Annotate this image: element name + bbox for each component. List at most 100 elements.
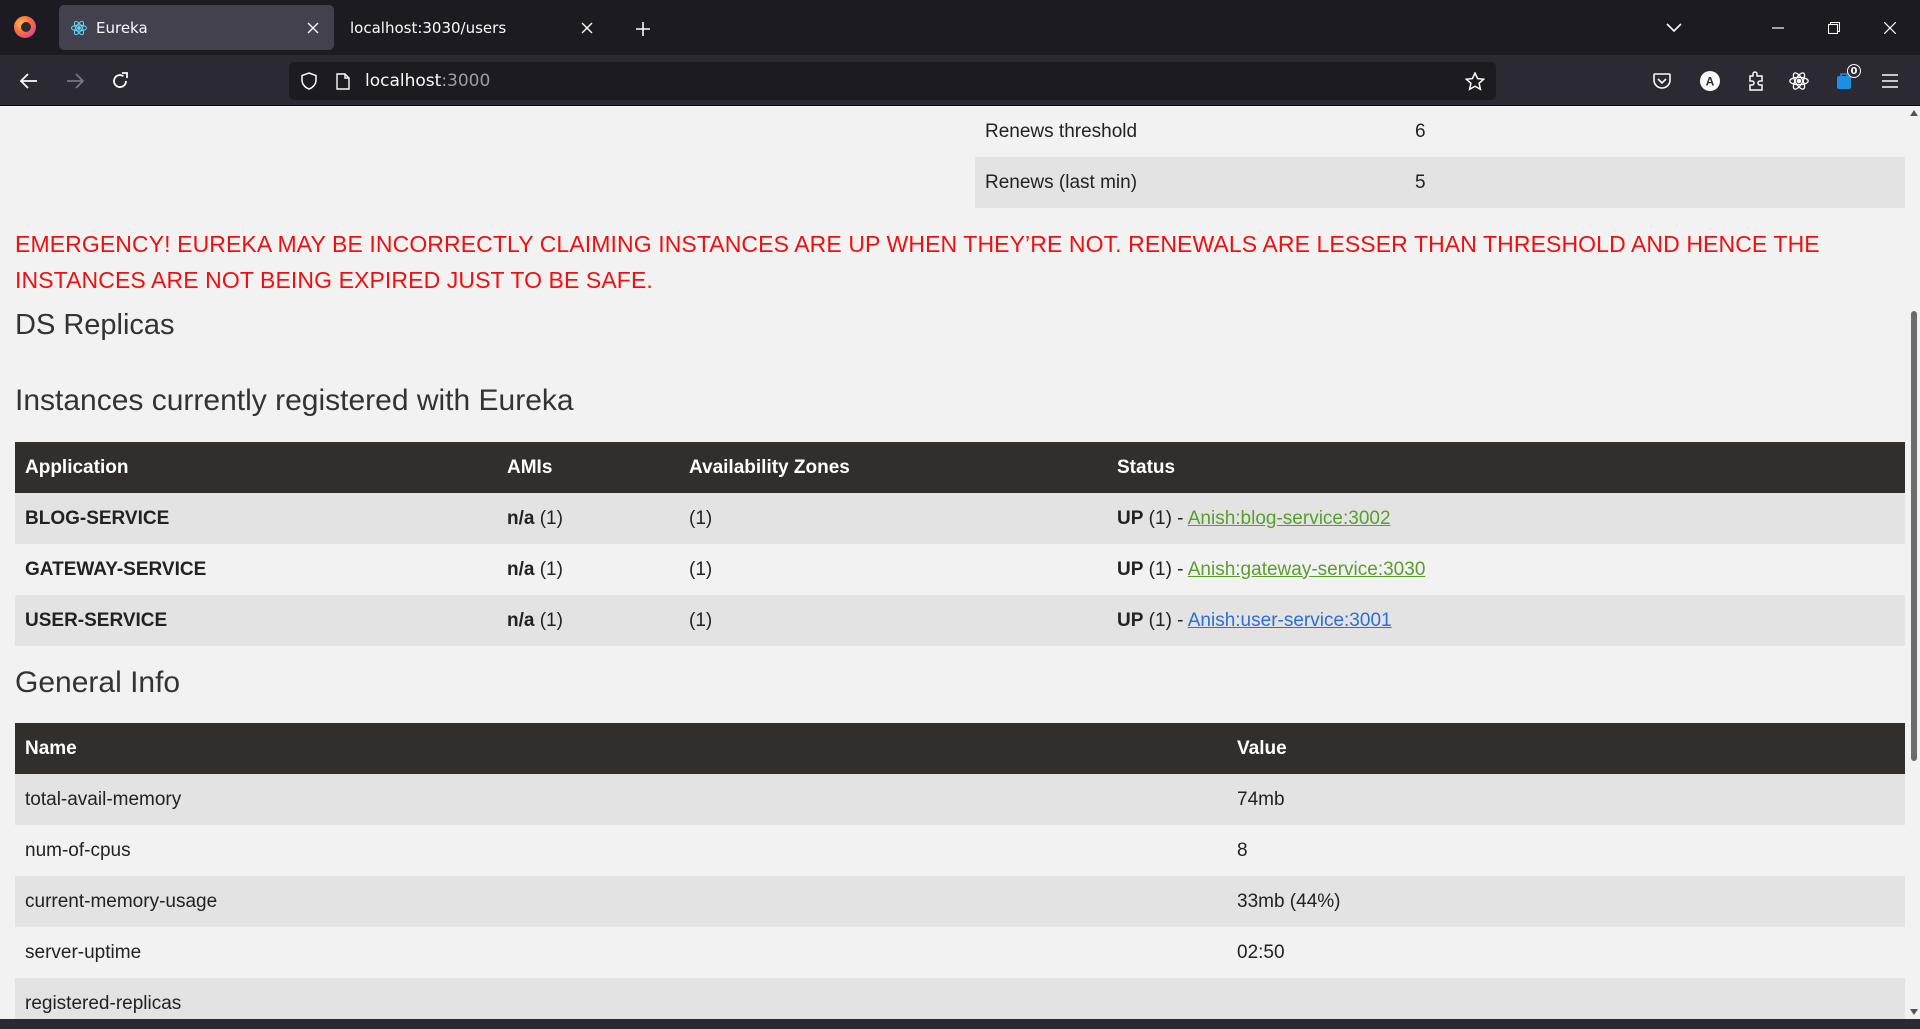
react-icon	[70, 19, 88, 37]
page-icon[interactable]	[333, 71, 353, 91]
forward-icon[interactable]	[60, 66, 90, 96]
info-value: 74mb	[1227, 774, 1905, 825]
ami-value: n/a	[507, 558, 535, 580]
application-name: USER-SERVICE	[15, 595, 497, 646]
vertical-scrollbar[interactable]	[1908, 106, 1920, 1019]
instances-table: Application AMIs Availability Zones Stat…	[15, 442, 1905, 646]
new-tab-icon[interactable]	[630, 16, 656, 42]
ds-replicas-heading: DS Replicas	[15, 309, 175, 341]
info-name: server-uptime	[15, 927, 1227, 978]
table-row: num-of-cpus 8	[15, 825, 1905, 876]
info-name: total-avail-memory	[15, 774, 1227, 825]
status-cell: UP (1) - Anish:user-service:3001	[1107, 595, 1905, 646]
table-row: server-uptime 02:50	[15, 927, 1905, 978]
restore-icon[interactable]	[1820, 14, 1848, 42]
column-header-amis: AMIs	[497, 442, 679, 493]
instances-heading: Instances currently registered with Eure…	[15, 384, 574, 417]
instance-link[interactable]: Anish:blog-service:3002	[1188, 508, 1391, 529]
ami-count: (1)	[534, 609, 563, 631]
status-count: (1) -	[1143, 558, 1188, 580]
scroll-up-icon[interactable]	[1909, 108, 1919, 118]
table-row: current-memory-usage 33mb (44%)	[15, 876, 1905, 927]
stat-value: 5	[1405, 157, 1905, 208]
status-value: UP	[1117, 558, 1144, 580]
stat-name: Renews threshold	[975, 106, 1405, 157]
column-header-status: Status	[1107, 442, 1905, 493]
close-icon[interactable]	[576, 17, 598, 39]
shield-icon[interactable]	[299, 71, 319, 91]
table-header-row: Name Value	[15, 723, 1905, 774]
account-avatar[interactable]: A	[1696, 67, 1724, 95]
account-initial: A	[1706, 75, 1715, 89]
url-text[interactable]: localhost:3000	[365, 71, 490, 91]
ami-cell: n/a (1)	[497, 493, 679, 544]
status-count: (1) -	[1143, 507, 1188, 529]
column-header-zones: Availability Zones	[679, 442, 1107, 493]
general-info-heading: General Info	[15, 666, 181, 699]
reload-icon[interactable]	[105, 66, 135, 96]
close-window-icon[interactable]	[1876, 14, 1904, 42]
scroll-down-icon[interactable]	[1909, 1007, 1919, 1017]
status-strip	[0, 1019, 1920, 1029]
firefox-icon[interactable]	[14, 16, 36, 38]
extension-badge-count: 0	[1847, 64, 1861, 78]
extension-badge-icon[interactable]: 0	[1830, 64, 1861, 95]
tab-users[interactable]: localhost:3030/users	[338, 5, 608, 50]
zones-cell: (1)	[679, 493, 1107, 544]
url-port: :3000	[441, 71, 491, 91]
tab-eureka[interactable]: Eureka	[59, 5, 334, 50]
react-devtools-icon[interactable]	[1785, 67, 1813, 95]
table-row: GATEWAY-SERVICE n/a (1) (1) UP (1) - Ani…	[15, 544, 1905, 595]
table-row: total-avail-memory 74mb	[15, 774, 1905, 825]
status-value: UP	[1117, 507, 1144, 529]
table-row: BLOG-SERVICE n/a (1) (1) UP (1) - Anish:…	[15, 493, 1905, 544]
status-value: UP	[1117, 609, 1144, 631]
minimize-icon[interactable]	[1764, 14, 1792, 42]
lease-stats-table: Renews threshold 6 Renews (last min) 5	[975, 106, 1905, 208]
status-cell: UP (1) - Anish:gateway-service:3030	[1107, 544, 1905, 595]
extensions-icon[interactable]	[1742, 67, 1770, 95]
close-icon[interactable]	[302, 17, 324, 39]
zones-cell: (1)	[679, 544, 1107, 595]
status-cell: UP (1) - Anish:blog-service:3002	[1107, 493, 1905, 544]
tab-title: localhost:3030/users	[350, 18, 507, 37]
info-value	[1227, 978, 1905, 1019]
back-icon[interactable]	[14, 66, 44, 96]
table-row: Renews (last min) 5	[975, 157, 1905, 208]
url-bar[interactable]: localhost:3000	[289, 62, 1496, 100]
instance-link[interactable]: Anish:user-service:3001	[1188, 610, 1392, 631]
ami-cell: n/a (1)	[497, 595, 679, 646]
info-name: num-of-cpus	[15, 825, 1227, 876]
ami-value: n/a	[507, 507, 535, 529]
info-name: current-memory-usage	[15, 876, 1227, 927]
tab-title: Eureka	[96, 18, 148, 37]
ami-value: n/a	[507, 609, 535, 631]
table-row: USER-SERVICE n/a (1) (1) UP (1) - Anish:…	[15, 595, 1905, 646]
status-count: (1) -	[1143, 609, 1188, 631]
pocket-icon[interactable]	[1648, 67, 1676, 95]
bookmark-star-icon[interactable]	[1465, 71, 1485, 91]
instance-link[interactable]: Anish:gateway-service:3030	[1188, 559, 1426, 580]
url-host: localhost	[365, 71, 442, 91]
column-header-value: Value	[1227, 723, 1905, 774]
info-name: registered-replicas	[15, 978, 1227, 1019]
ami-count: (1)	[534, 507, 563, 529]
info-value: 33mb (44%)	[1227, 876, 1905, 927]
application-name: GATEWAY-SERVICE	[15, 544, 497, 595]
general-info-table: Name Value total-avail-memory 74mb num-o…	[15, 723, 1905, 1019]
page-content: Renews threshold 6 Renews (last min) 5 E…	[0, 106, 1908, 1019]
hamburger-menu-icon[interactable]	[1876, 67, 1904, 95]
scrollbar-thumb[interactable]	[1911, 311, 1917, 761]
column-header-name: Name	[15, 723, 1227, 774]
tab-bar: Eureka localhost:3030/users	[0, 0, 1920, 55]
list-all-tabs-icon[interactable]	[1660, 14, 1688, 42]
stat-name: Renews (last min)	[975, 157, 1405, 208]
ami-cell: n/a (1)	[497, 544, 679, 595]
stat-value: 6	[1405, 106, 1905, 157]
application-name: BLOG-SERVICE	[15, 493, 497, 544]
emergency-warning: EMERGENCY! EUREKA MAY BE INCORRECTLY CLA…	[15, 231, 1820, 293]
ami-count: (1)	[534, 558, 563, 580]
column-header-application: Application	[15, 442, 497, 493]
zones-cell: (1)	[679, 595, 1107, 646]
table-row: registered-replicas	[15, 978, 1905, 1019]
